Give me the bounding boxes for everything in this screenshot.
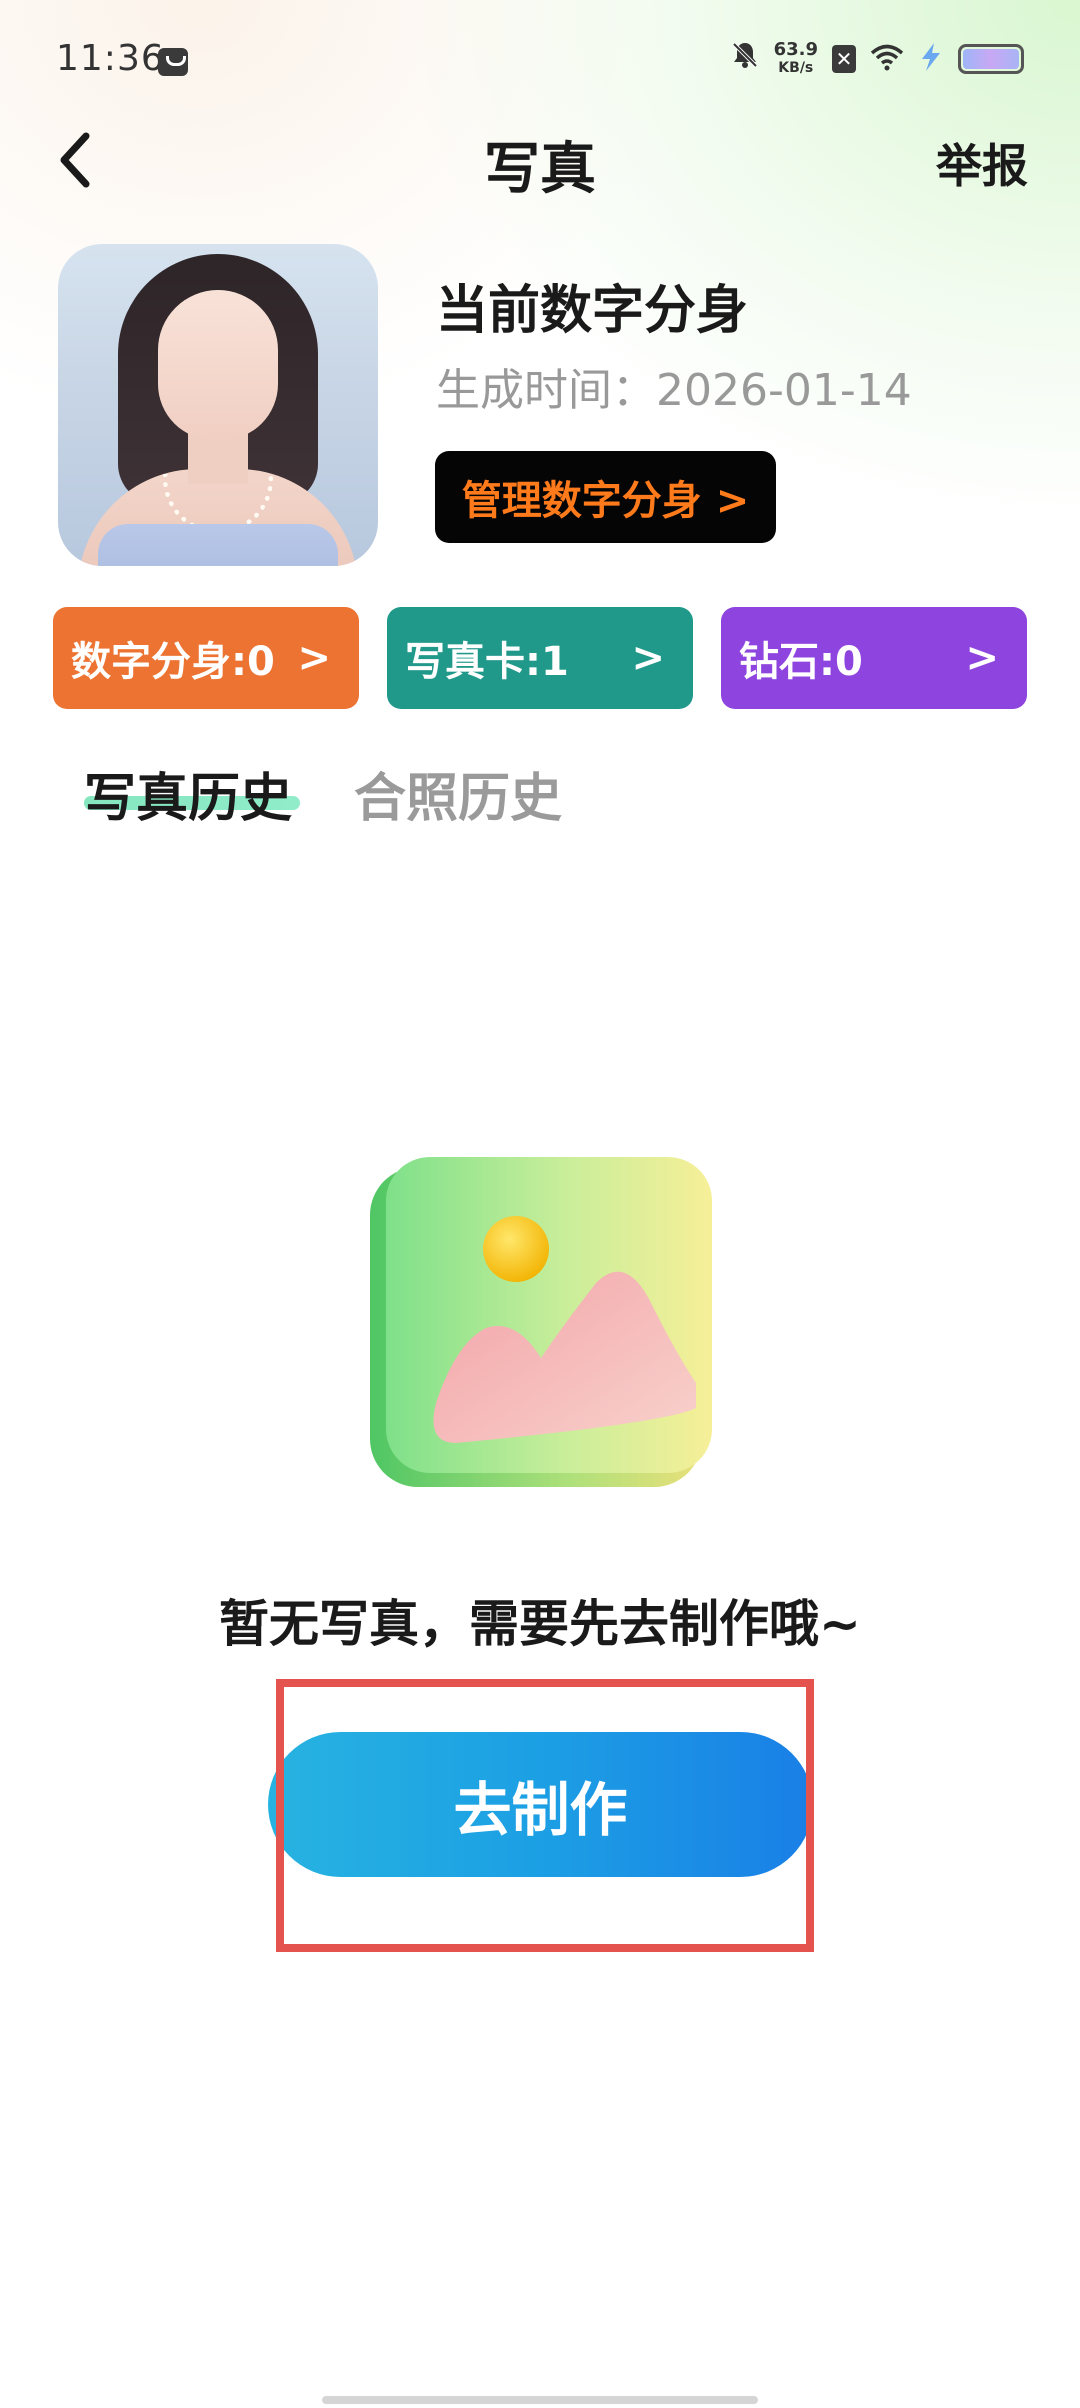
net-speed: 63.9 KB/s	[773, 38, 818, 77]
charging-icon	[918, 42, 944, 76]
stat-digital-twin[interactable]: 数字分身:0 >	[53, 607, 359, 709]
highlight-box	[276, 1679, 814, 1952]
home-indicator[interactable]	[322, 2396, 758, 2404]
status-time: 11:36	[56, 38, 165, 79]
empty-image-icon	[366, 1153, 716, 1493]
stat-label: 数字分身:0	[71, 639, 275, 685]
chevron-right-icon: >	[965, 635, 999, 681]
empty-state-message: 暂无写真，需要先去制作哦~	[219, 1595, 861, 1653]
bell-mute-icon	[730, 40, 760, 77]
chevron-right-icon: >	[297, 635, 331, 681]
generation-time: 生成时间：2026-01-14	[436, 365, 912, 416]
net-speed-value: 63.9	[773, 38, 818, 60]
tab-group-photo-history[interactable]: 合照历史	[354, 756, 562, 831]
wifi-icon	[870, 43, 904, 75]
chevron-right-icon: >	[631, 635, 665, 681]
shopping-bag-icon	[158, 48, 188, 76]
report-button[interactable]: 举报	[936, 130, 1028, 196]
page-title: 写真	[484, 137, 596, 202]
no-sim-icon: ✕	[832, 44, 856, 73]
tab-photo-history[interactable]: 写真历史	[84, 756, 292, 831]
status-icons: 63.9 KB/s ✕	[730, 40, 1024, 77]
battery-icon	[958, 43, 1024, 74]
net-speed-unit: KB/s	[778, 59, 814, 76]
stat-label: 写真卡:1	[405, 639, 569, 685]
avatar[interactable]	[58, 244, 378, 566]
manage-twin-button[interactable]: 管理数字分身 >	[435, 451, 776, 543]
stat-label: 钻石:0	[739, 639, 863, 685]
stat-photo-card[interactable]: 写真卡:1 >	[387, 607, 693, 709]
twin-title: 当前数字分身	[436, 281, 749, 341]
stat-diamond[interactable]: 钻石:0 >	[721, 607, 1027, 709]
